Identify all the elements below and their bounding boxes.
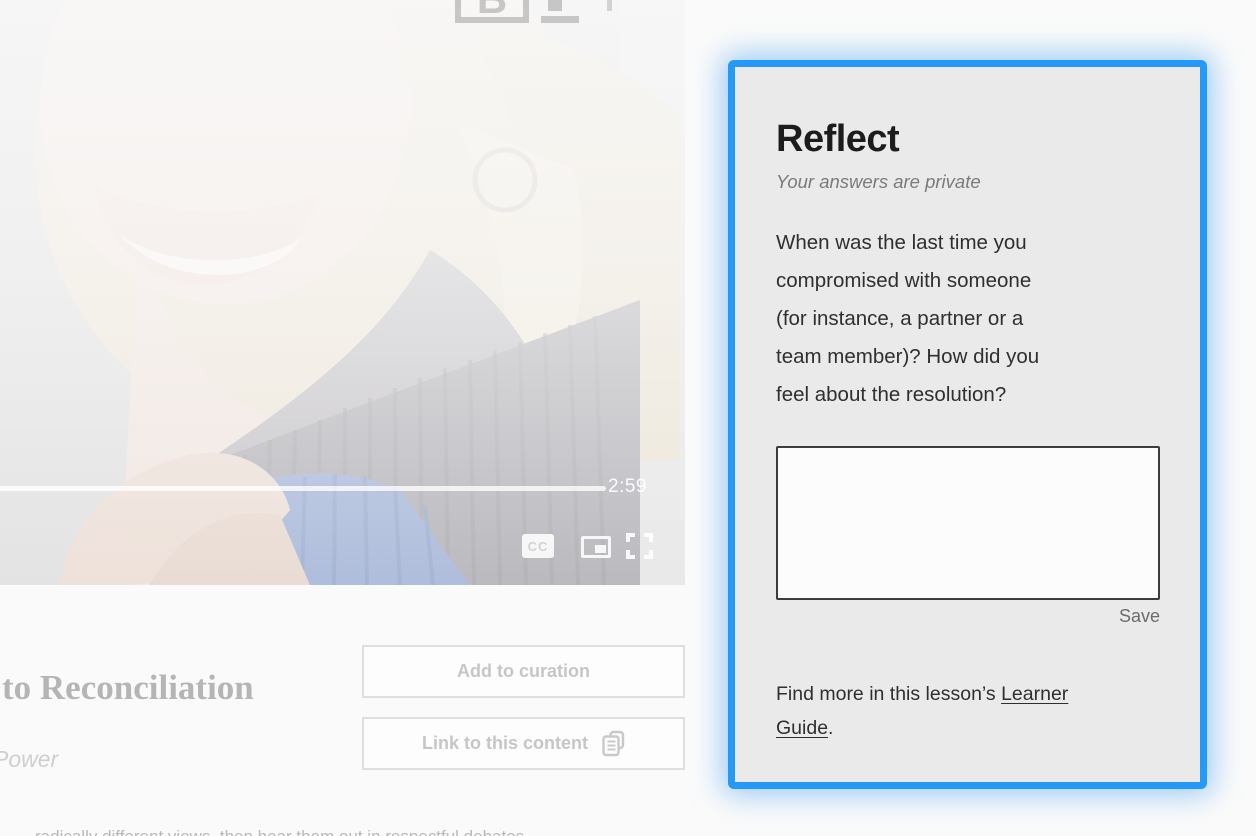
find-more-suffix: . — [828, 717, 833, 739]
find-more-prefix: Find more in this lesson’s — [776, 683, 1001, 705]
video-fade-overlay — [0, 0, 685, 585]
video-player[interactable]: 2:59 CC — [0, 0, 685, 585]
picture-in-picture-icon[interactable] — [581, 536, 611, 558]
video-progress-bar[interactable] — [0, 486, 606, 491]
learner-guide-link[interactable]: Learner — [1001, 683, 1068, 705]
logo-letter-b-box: B — [455, 0, 529, 23]
learner-guide-link[interactable]: Guide — [776, 717, 828, 739]
logo-letter-b: B — [477, 0, 507, 17]
lesson-title-fragment: to Reconciliation — [2, 668, 254, 708]
lesson-byline-fragment: Power — [0, 746, 58, 773]
question-line: When was the last time you — [776, 224, 1160, 262]
reflection-answer-input[interactable] — [776, 446, 1160, 600]
brand-logo: B — [455, 0, 620, 24]
add-to-curation-label: Add to curation — [457, 661, 590, 682]
find-more-text: Find more in this lesson’s Learner Guide… — [776, 677, 1160, 745]
question-line: team member)? How did you — [776, 338, 1160, 376]
save-button[interactable]: Save — [776, 606, 1160, 627]
question-line: compromised with someone — [776, 262, 1160, 300]
logo-tick-mark — [607, 0, 612, 11]
question-line: (for instance, a partner or a — [776, 300, 1160, 338]
reflection-question: When was the last time you compromised w… — [776, 224, 1160, 414]
fullscreen-icon[interactable] — [626, 533, 653, 559]
privacy-note: Your answers are private — [776, 171, 1160, 193]
lesson-action-buttons: Add to curation Link to this content — [362, 645, 685, 770]
copy-link-clipboard-icon — [602, 730, 625, 757]
logo-letter-t-stem — [548, 0, 562, 11]
link-to-content-button[interactable]: Link to this content — [362, 717, 685, 770]
reflect-panel-title: Reflect — [776, 118, 1160, 162]
closed-captions-icon[interactable]: CC — [522, 534, 554, 558]
video-time-remaining: 2:59 — [608, 476, 668, 498]
logo-letter-t-bar — [541, 16, 579, 23]
link-to-content-label: Link to this content — [422, 733, 588, 754]
reflect-panel: Reflect Your answers are private When wa… — [728, 60, 1207, 789]
lesson-description-clipped: radically different views, then hear the… — [35, 827, 524, 836]
add-to-curation-button[interactable]: Add to curation — [362, 645, 685, 698]
question-line: feel about the resolution? — [776, 376, 1160, 414]
